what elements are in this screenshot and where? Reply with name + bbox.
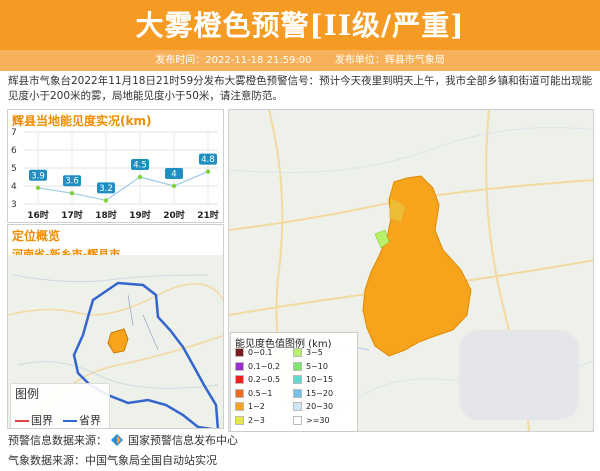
y-tick-label: 7	[11, 128, 17, 138]
legend-item: 15~20	[293, 388, 334, 400]
legend-swatch	[235, 375, 244, 384]
x-tick-label: 18时	[95, 209, 117, 221]
warning-source-label: 预警信息数据来源：	[8, 434, 107, 447]
y-tick-label: 3	[11, 200, 17, 210]
legend-label: 10~15	[306, 375, 334, 384]
legend-swatch	[235, 415, 244, 425]
y-tick-label: 5	[11, 164, 17, 174]
warning-source-line: 预警信息数据来源： 国家预警信息发布中心	[8, 432, 238, 448]
legend-item: 3~5	[293, 348, 323, 359]
legend-label: 15~20	[306, 388, 334, 398]
legend-swatch	[235, 402, 244, 411]
warning-title: 大雾橙色预警[II级/严重]	[135, 9, 465, 42]
x-tick-label: 21时	[197, 209, 219, 221]
legend-label: 0.5~1	[248, 388, 273, 398]
publisher: 发布单位：辉县市气象局	[334, 55, 445, 66]
legend-swatch	[293, 348, 302, 357]
legend-item-national-border: 国界	[15, 412, 53, 428]
legend-swatch	[235, 348, 244, 357]
legend-swatch	[293, 402, 302, 411]
x-tick-label: 17时	[61, 209, 83, 221]
y-tick-label: 4	[11, 182, 17, 192]
data-point	[35, 185, 41, 190]
legend-swatch	[235, 361, 244, 371]
publish-info-bar: 发布时间：2022-11-18 21:59:00 发布单位：辉县市气象局	[0, 50, 600, 71]
location-panel: 定位概览 河南省-新乡市-辉县市 图例 国界 省界	[7, 224, 224, 429]
legend-label: 20~30	[306, 402, 334, 411]
data-label: 4.5	[133, 161, 147, 171]
map-legend-title: 图例	[15, 387, 40, 401]
legend-swatch	[235, 388, 244, 398]
x-tick-label: 20时	[163, 209, 185, 221]
data-point	[171, 183, 177, 189]
legend-swatch	[293, 375, 302, 384]
legend-item: 0.5~1	[235, 388, 273, 400]
legend-item: 5~10	[293, 361, 328, 373]
data-label: 4.8	[201, 155, 215, 165]
legend-label: 2~3	[248, 415, 265, 425]
visibility-chart-panel: 辉县当地能见度实况(km) 7 6 5 4 3 3.9 16时 3.6 17时 3.2 18时 4.5…	[7, 109, 224, 223]
legend-label: 5~10	[306, 361, 328, 371]
legend-label: 0.2~0.5	[248, 375, 281, 384]
province-border-line-icon	[63, 420, 77, 422]
weather-source-line: 气象数据来源：中国气象局全国自动站实况	[8, 454, 217, 467]
visibility-color-legend: 能见度色值图例 (km) 0~0.1 3~5 0.1~0.2 5~10 0.2~0.5 1…	[230, 332, 358, 432]
x-tick-label: 16时	[27, 209, 49, 221]
map-legend: 图例 国界 省界	[10, 383, 110, 428]
legend-item: 2~3	[235, 415, 265, 427]
legend-item: 0.1~0.2	[235, 361, 281, 373]
data-point	[69, 191, 75, 196]
x-tick-label: 19时	[129, 209, 151, 221]
y-tick-label: 6	[11, 146, 17, 156]
publish-time: 发布时间：2022-11-18 21:59:00	[155, 55, 312, 66]
release-center-logo-icon	[110, 434, 123, 446]
legend-swatch	[293, 361, 302, 371]
legend-item: 1~2	[235, 402, 265, 413]
data-point	[103, 198, 109, 203]
warning-summary: 辉县市气象台2022年11月18日21时59分发布大雾橙色预警信号：预计今天夜里…	[8, 75, 593, 102]
legend-swatch	[293, 415, 302, 425]
legend-swatch	[293, 388, 302, 398]
legend-label: 0.1~0.2	[248, 361, 281, 371]
warning-source-name: 国家预警信息发布中心	[128, 434, 238, 447]
data-label: 3.2	[99, 184, 113, 194]
legend-label: 1~2	[248, 402, 265, 411]
legend-item: 10~15	[293, 375, 333, 386]
data-label: 3.9	[31, 171, 45, 181]
legend-item: 0.2~0.5	[235, 375, 280, 386]
data-label: 3.6	[65, 177, 79, 187]
national-border-line-icon	[15, 420, 29, 422]
legend-item-province-border: 省界	[63, 412, 101, 428]
legend-label: 3~5	[306, 348, 323, 357]
location-title: 定位概览	[12, 229, 61, 243]
legend-label: >=30	[306, 415, 330, 425]
data-point	[205, 169, 211, 174]
warning-header: 大雾橙色预警[II级/严重] 发布时间：2022-11-18 21:59:00 …	[0, 0, 600, 71]
legend-item: 0~0.1	[235, 348, 273, 359]
visibility-line-chart: 7 6 5 4 3 3.9 16时 3.6 17时 3.2 18时 4.5 19时 4 20时 4.8 21时	[11, 128, 219, 221]
legend-item: >=30	[293, 415, 330, 427]
data-label: 4	[171, 170, 176, 180]
legend-item: 20~30	[293, 402, 333, 413]
legend-label: 0~0.1	[248, 348, 273, 357]
data-point	[137, 174, 143, 180]
